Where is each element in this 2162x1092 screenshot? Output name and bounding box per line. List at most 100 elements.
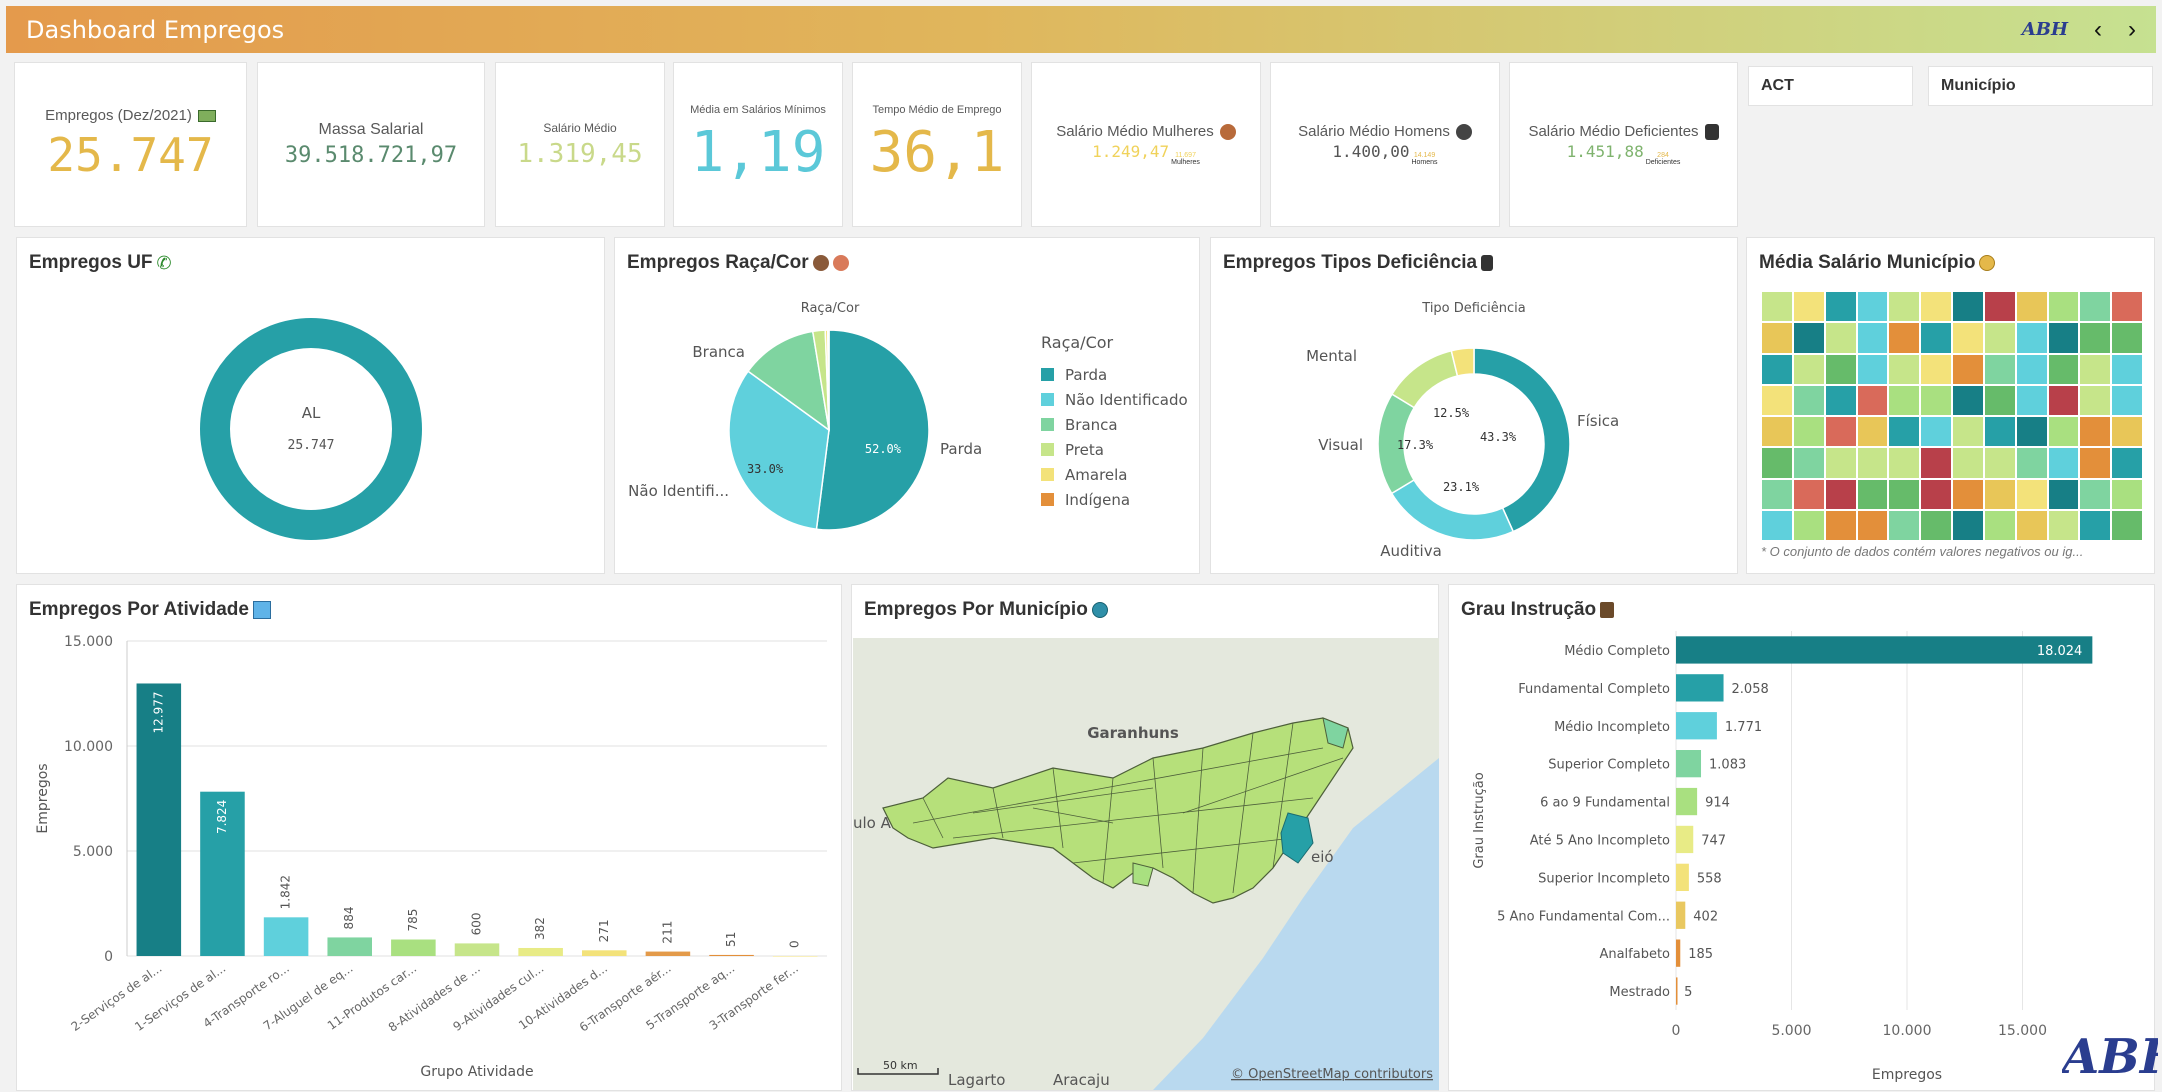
raca-pie-chart[interactable]: Raça/Cor Branca Não Identifi... Parda 52… [615,238,1201,575]
raca-legend-item[interactable]: Branca [1065,416,1118,434]
uf-donut-chart[interactable]: AL 25.747 [17,238,606,575]
treemap-cell[interactable] [1921,323,1951,353]
raca-legend-item[interactable]: Indígena [1065,491,1130,509]
raca-slice-0[interactable] [815,329,930,531]
treemap-cell[interactable] [1889,385,1920,415]
municipio-treemap[interactable] [1762,292,2142,540]
treemap-cell[interactable] [1793,448,1824,478]
atividade-bar[interactable] [454,943,500,956]
treemap-cell[interactable] [2048,510,2079,540]
treemap-cell[interactable] [2016,292,2047,322]
instrucao-bar-chart[interactable]: 0 5.000 10.000 15.000 18.024 Médio Completo 2.… [1449,585,2156,1092]
treemap-cell[interactable] [1953,417,1983,447]
atividade-bar[interactable] [263,917,309,956]
treemap-cell[interactable] [1921,385,1951,415]
treemap-cell[interactable] [1857,354,1888,384]
treemap-cell[interactable] [1857,292,1888,322]
atividade-bar-chart[interactable]: 05.00010.00015.00012.9772-Serviços de al… [17,585,843,1092]
treemap-cell[interactable] [1857,448,1888,478]
treemap-cell[interactable] [1889,292,1920,322]
municipio-map[interactable]: Garanhuns ulo A eió Lagarto Aracaju 50 k… [853,638,1439,1090]
kpi-salario-deficientes[interactable]: Salário Médio Deficientes 1.451,88 284 De… [1509,62,1738,227]
treemap-cell[interactable] [2016,323,2047,353]
instrucao-bar[interactable] [1676,674,1724,702]
treemap-cell[interactable] [1857,385,1888,415]
treemap-cell[interactable] [1857,417,1888,447]
treemap-cell[interactable] [1953,292,1983,322]
kpi-massa-salarial[interactable]: Massa Salarial 39.518.721,97 [257,62,485,227]
treemap-cell[interactable] [1857,479,1888,509]
treemap-cell[interactable] [1762,385,1792,415]
instrucao-bar[interactable] [1676,636,2093,664]
atividade-bar[interactable] [709,954,754,956]
treemap-cell[interactable] [1953,448,1983,478]
raca-legend-item[interactable]: Amarela [1065,466,1128,484]
atividade-bar[interactable] [772,956,818,957]
atividade-bar[interactable] [518,947,563,956]
treemap-cell[interactable] [2048,385,2079,415]
treemap-cell[interactable] [1984,292,2015,322]
treemap-cell[interactable] [2080,417,2111,447]
treemap-cell[interactable] [2016,510,2047,540]
treemap-cell[interactable] [1825,385,1856,415]
instrucao-bar[interactable] [1676,901,1686,929]
instrucao-bar[interactable] [1676,787,1698,816]
treemap-cell[interactable] [1762,510,1792,540]
instrucao-bar[interactable] [1676,750,1702,778]
filter-municipio[interactable]: Município [1928,66,2153,106]
treemap-cell[interactable] [1857,323,1888,353]
treemap-cell[interactable] [1857,510,1888,540]
treemap-cell[interactable] [2016,479,2047,509]
treemap-cell[interactable] [1984,448,2015,478]
treemap-cell[interactable] [1825,448,1856,478]
instrucao-bar[interactable] [1676,863,1689,891]
treemap-cell[interactable] [2048,448,2079,478]
treemap-cell[interactable] [1762,323,1792,353]
kpi-empregos[interactable]: Empregos (Dez/2021) 25.747 [14,62,247,227]
treemap-cell[interactable] [1793,323,1824,353]
atividade-bar[interactable] [391,939,436,956]
treemap-cell[interactable] [1762,292,1792,322]
treemap-cell[interactable] [2112,292,2142,322]
def-slice-3[interactable] [1390,349,1459,409]
prev-sheet-button[interactable]: ‹ [2094,16,2102,44]
treemap-cell[interactable] [2080,323,2111,353]
raca-legend-item[interactable]: Não Identificado [1065,391,1188,409]
treemap-cell[interactable] [1953,323,1983,353]
kpi-salario-homens[interactable]: Salário Médio Homens 1.400,00 14.149 Home… [1270,62,1500,227]
treemap-cell[interactable] [1793,292,1824,322]
treemap-cell[interactable] [1889,510,1920,540]
treemap-cell[interactable] [2048,292,2079,322]
next-sheet-button[interactable]: › [2128,16,2136,44]
treemap-cell[interactable] [2080,448,2111,478]
treemap-cell[interactable] [2112,448,2142,478]
treemap-cell[interactable] [1889,354,1920,384]
deficiencia-donut-chart[interactable]: Tipo Deficiência Mental Visual Auditiva … [1211,238,1739,575]
treemap-cell[interactable] [1793,510,1824,540]
treemap-cell[interactable] [1793,417,1824,447]
treemap-cell[interactable] [2112,479,2142,509]
treemap-cell[interactable] [2016,417,2047,447]
treemap-cell[interactable] [2080,385,2111,415]
raca-legend-item[interactable]: Parda [1065,366,1107,384]
treemap-cell[interactable] [1921,510,1951,540]
treemap-cell[interactable] [1762,479,1792,509]
treemap-cell[interactable] [1762,417,1792,447]
treemap-cell[interactable] [2048,323,2079,353]
atividade-bar[interactable] [645,951,691,956]
treemap-cell[interactable] [1889,417,1920,447]
treemap-cell[interactable] [1953,385,1983,415]
instrucao-bar[interactable] [1676,712,1717,740]
treemap-cell[interactable] [1793,479,1824,509]
treemap-cell[interactable] [1984,417,2015,447]
treemap-cell[interactable] [2016,354,2047,384]
kpi-salario-mulheres[interactable]: Salário Médio Mulheres 1.249,47 11.697 Mu… [1031,62,1261,227]
treemap-cell[interactable] [2080,354,2111,384]
treemap-cell[interactable] [1825,510,1856,540]
treemap-cell[interactable] [1825,323,1856,353]
treemap-cell[interactable] [1825,417,1856,447]
treemap-cell[interactable] [2112,323,2142,353]
filter-act[interactable]: ACT [1748,66,1913,106]
treemap-cell[interactable] [2080,292,2111,322]
treemap-cell[interactable] [2048,354,2079,384]
